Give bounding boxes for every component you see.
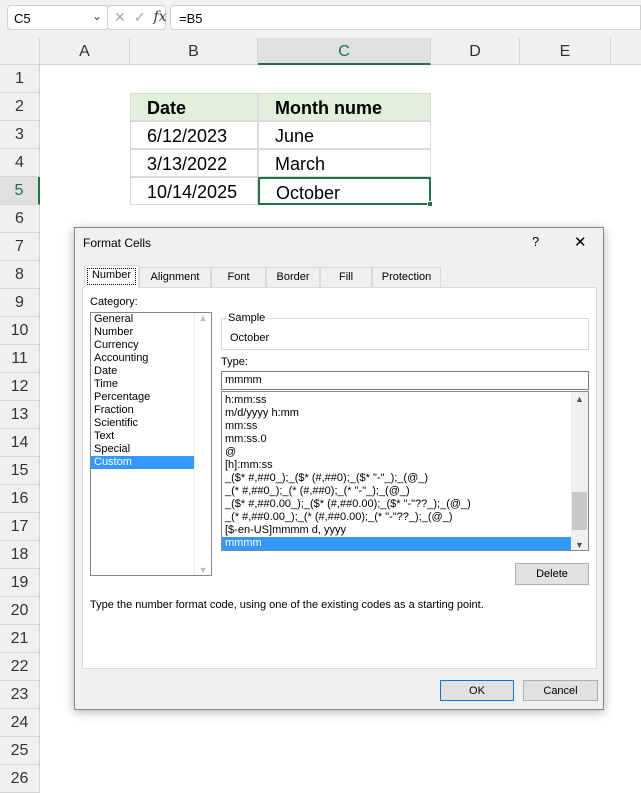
format-item[interactable]: _($* #,##0.00_);_($* (#,##0.00);_($* "-"… [222, 498, 571, 511]
format-item[interactable]: mmmm [222, 537, 571, 550]
row-header-15[interactable]: 15 [0, 457, 40, 485]
row-header-22[interactable]: 22 [0, 653, 40, 681]
format-item[interactable]: mm:ss.0 [222, 433, 571, 446]
category-item-general[interactable]: General [91, 313, 194, 326]
format-item[interactable]: m/d/yyyy h:mm [222, 407, 571, 420]
format-item[interactable]: _(* #,##0_);_(* (#,##0);_(* "-"_);_(@_) [222, 485, 571, 498]
name-box-value: C5 [14, 11, 31, 26]
format-item[interactable]: [h]:mm:ss [222, 459, 571, 472]
category-item-special[interactable]: Special [91, 443, 194, 456]
check-icon[interactable]: ✓ [134, 9, 146, 26]
type-input[interactable]: mmmm [221, 371, 589, 390]
name-box[interactable]: C5 ⌄ [7, 5, 109, 30]
row-header-13[interactable]: 13 [0, 401, 40, 429]
active-cell-c5[interactable]: October [258, 177, 431, 205]
row-header-20[interactable]: 20 [0, 597, 40, 625]
row-header-25[interactable]: 25 [0, 737, 40, 765]
table-cell[interactable]: 6/12/2023 [130, 121, 258, 149]
dialog-title: Format Cells [83, 236, 152, 250]
row-header-11[interactable]: 11 [0, 345, 40, 373]
formula-input[interactable]: =B5 [170, 5, 641, 30]
category-item-currency[interactable]: Currency [91, 339, 194, 352]
format-item[interactable]: _(* #,##0.00_);_(* (#,##0.00);_(* "-"??_… [222, 511, 571, 524]
delete-button[interactable]: Delete [515, 563, 589, 585]
row-header-2[interactable]: 2 [0, 93, 40, 121]
column-header-b[interactable]: B [130, 38, 258, 65]
category-item-fraction[interactable]: Fraction [91, 404, 194, 417]
column-header-a[interactable]: A [40, 38, 130, 65]
row-header-7[interactable]: 7 [0, 233, 40, 261]
sample-label: Sample [226, 312, 268, 324]
row-header-19[interactable]: 19 [0, 569, 40, 597]
table-cell[interactable]: June [258, 121, 431, 149]
category-item-time[interactable]: Time [91, 378, 194, 391]
format-item[interactable]: @ [222, 446, 571, 459]
row-header-1[interactable]: 1 [0, 65, 40, 93]
column-header-d[interactable]: D [431, 38, 520, 65]
formula-buttons: ✕ ✓ fx [107, 5, 167, 30]
row-header-23[interactable]: 23 [0, 681, 40, 709]
category-list[interactable]: General Number Currency Accounting Date Time P… [90, 312, 212, 576]
category-label: Category: [90, 296, 138, 308]
format-item[interactable]: h:mm:ss [222, 394, 571, 407]
category-item-accounting[interactable]: Accounting [91, 352, 194, 365]
row-header-8[interactable]: 8 [0, 261, 40, 289]
table-cell[interactable]: 10/14/2025 [130, 177, 258, 205]
table-cell[interactable]: 3/13/2022 [130, 149, 258, 177]
format-cells-dialog: Format Cells ? ✕ Number Alignment Font Bord… [74, 227, 604, 710]
row-header-3[interactable]: 3 [0, 121, 40, 149]
row-header-17[interactable]: 17 [0, 513, 40, 541]
row-header-4[interactable]: 4 [0, 149, 40, 177]
table-header-cell[interactable]: Month nume [258, 93, 431, 121]
format-item[interactable]: _($* #,##0_);_($* (#,##0);_($* "-"_);_(@… [222, 472, 571, 485]
row-header-9[interactable]: 9 [0, 289, 40, 317]
sample-value: October [230, 332, 270, 344]
row-header-26[interactable]: 26 [0, 765, 40, 793]
tab-border[interactable]: Border [266, 267, 320, 287]
close-button[interactable]: ✕ [574, 233, 587, 251]
column-header-e[interactable]: E [520, 38, 611, 65]
row-header-6[interactable]: 6 [0, 205, 40, 233]
help-button[interactable]: ? [532, 234, 539, 249]
category-item-date[interactable]: Date [91, 365, 194, 378]
type-label: Type: [221, 356, 248, 368]
row-header-10[interactable]: 10 [0, 317, 40, 345]
format-list[interactable]: h:mm:ss m/d/yyyy h:mm mm:ss mm:ss.0 @ [h]:mm:… [221, 391, 589, 551]
table-cell[interactable]: March [258, 149, 431, 177]
category-item-scientific[interactable]: Scientific [91, 417, 194, 430]
row-header-5[interactable]: 5 [0, 177, 40, 205]
chevron-down-icon[interactable]: ⌄ [92, 9, 102, 23]
category-item-text[interactable]: Text [91, 430, 194, 443]
tab-fill[interactable]: Fill [320, 267, 372, 287]
category-item-number[interactable]: Number [91, 326, 194, 339]
category-scrollbar[interactable]: ▲ ▼ [194, 313, 211, 575]
tab-protection[interactable]: Protection [372, 267, 441, 287]
column-header-c[interactable]: C [258, 38, 431, 65]
row-header-16[interactable]: 16 [0, 485, 40, 513]
tab-number[interactable]: Number [84, 265, 139, 288]
scroll-thumb[interactable] [572, 492, 587, 530]
row-header-18[interactable]: 18 [0, 541, 40, 569]
row-header-14[interactable]: 14 [0, 429, 40, 457]
format-item[interactable]: mm:ss [222, 420, 571, 433]
insert-function-icon[interactable]: fx [153, 9, 166, 26]
tab-alignment[interactable]: Alignment [139, 267, 211, 287]
row-header-12[interactable]: 12 [0, 373, 40, 401]
tab-font[interactable]: Font [211, 267, 266, 287]
select-all-corner[interactable] [0, 38, 40, 65]
format-item[interactable]: [$-en-US]mmmm d, yyyy [222, 524, 571, 537]
row-header-24[interactable]: 24 [0, 709, 40, 737]
format-scrollbar[interactable]: ▲ ▼ [571, 392, 588, 550]
ok-button[interactable]: OK [440, 680, 514, 701]
category-item-custom[interactable]: Custom [91, 456, 194, 469]
fill-handle[interactable] [427, 201, 433, 207]
table-header-cell[interactable]: Date [130, 93, 258, 121]
cancel-button[interactable]: Cancel [523, 680, 598, 701]
cancel-icon[interactable]: ✕ [114, 9, 126, 26]
description-text: Type the number format code, using one o… [90, 599, 484, 611]
category-item-percentage[interactable]: Percentage [91, 391, 194, 404]
row-header-21[interactable]: 21 [0, 625, 40, 653]
